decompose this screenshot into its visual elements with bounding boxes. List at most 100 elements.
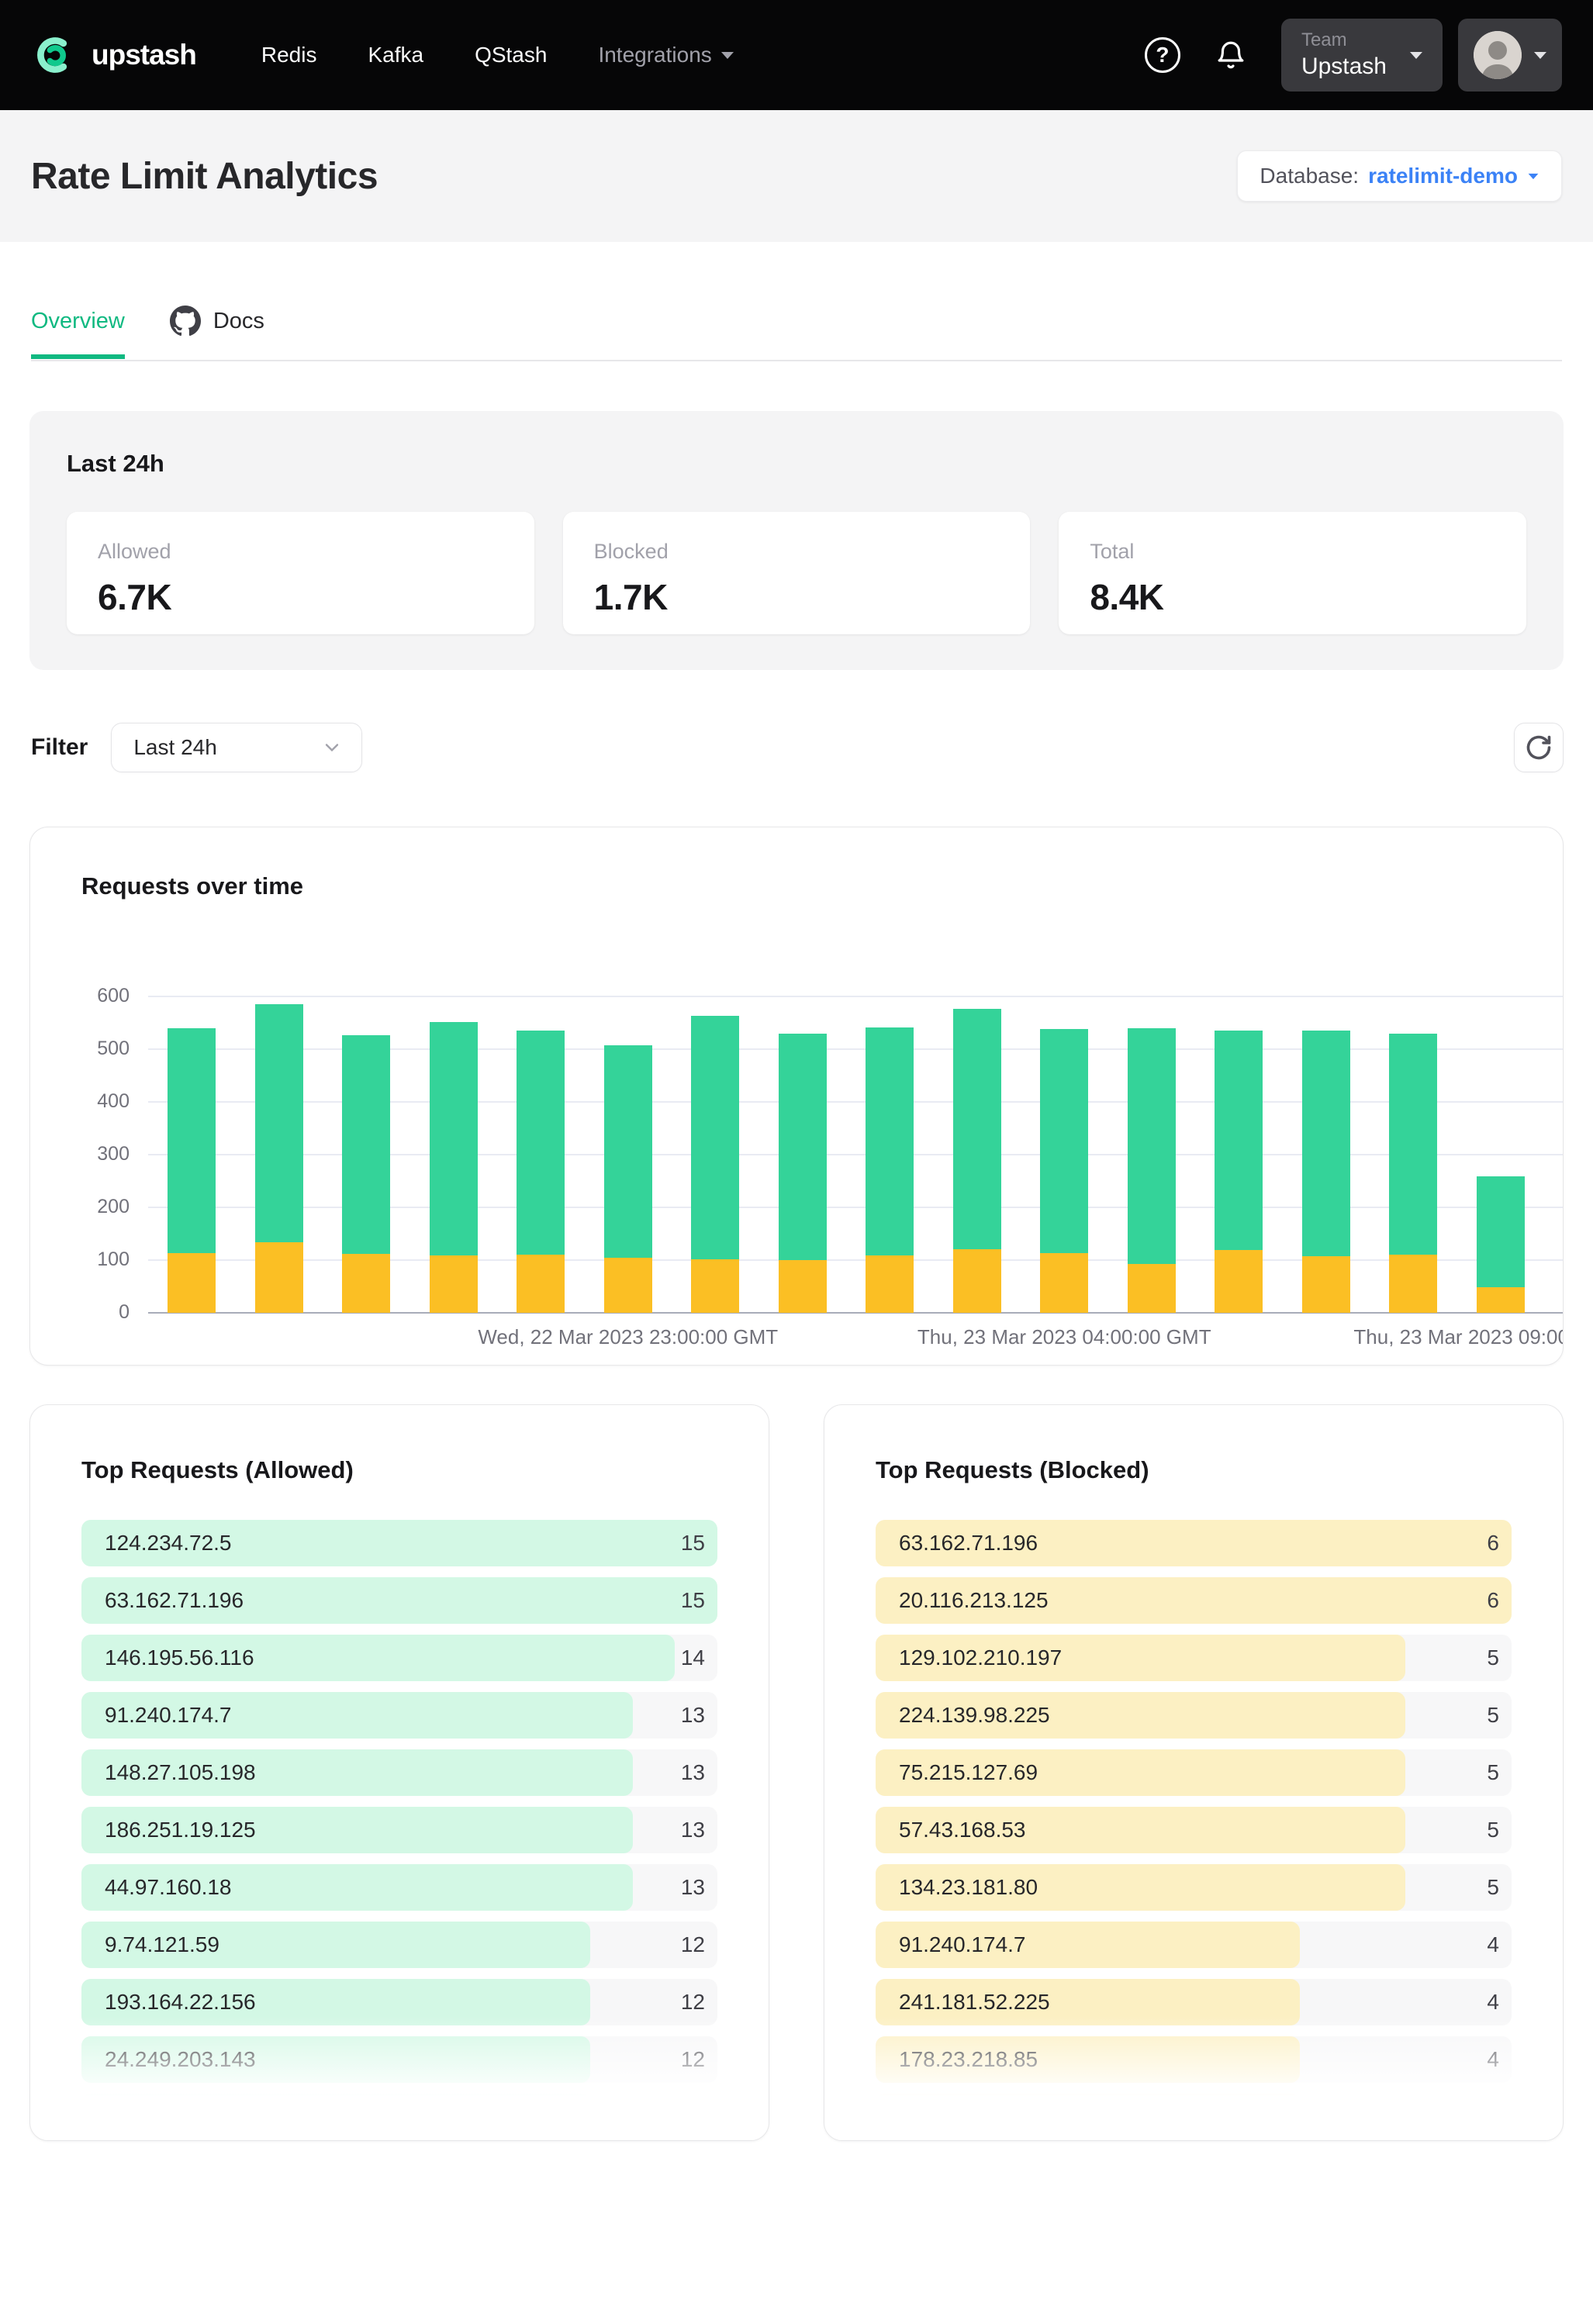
top-requests-allowed-card: Top Requests (Allowed) 124.234.72.51563.… bbox=[29, 1404, 769, 2141]
help-button[interactable]: ? bbox=[1145, 37, 1180, 73]
stats-title: Last 24h bbox=[67, 450, 1526, 478]
tab-overview[interactable]: Overview bbox=[31, 309, 125, 357]
table-row: 44.97.160.1813 bbox=[81, 1864, 717, 1911]
chart-bar-blocked bbox=[168, 1253, 216, 1313]
chart-bar-blocked bbox=[1389, 1255, 1437, 1313]
chart-bar-blocked bbox=[1302, 1256, 1350, 1313]
row-ip: 224.139.98.225 bbox=[899, 1703, 1050, 1728]
chart-bar-allowed bbox=[1302, 1031, 1350, 1256]
row-ip: 186.251.19.125 bbox=[105, 1818, 256, 1842]
row-ip: 63.162.71.196 bbox=[899, 1531, 1038, 1556]
chart-bar-allowed bbox=[604, 1045, 652, 1258]
table-row: 186.251.19.125 13 bbox=[81, 1807, 717, 1853]
time-range-select[interactable]: Last 24h bbox=[111, 723, 362, 772]
row-count: 15 bbox=[681, 1531, 705, 1556]
chart-bar-blocked bbox=[342, 1254, 390, 1313]
chart-bar-blocked bbox=[517, 1255, 565, 1313]
row-count: 15 bbox=[681, 1588, 705, 1613]
stat-label: Blocked bbox=[594, 540, 1000, 564]
chart-bar-allowed bbox=[691, 1016, 739, 1259]
chart-bar-blocked bbox=[691, 1259, 739, 1313]
chevron-down-icon bbox=[721, 52, 734, 59]
page-title: Rate Limit Analytics bbox=[31, 155, 378, 198]
stat-label: Total bbox=[1090, 540, 1495, 564]
table-row: 20.116.213.1256 bbox=[876, 1577, 1512, 1624]
upstash-logo-icon bbox=[31, 33, 76, 78]
chart-title: Requests over time bbox=[81, 872, 303, 900]
y-axis-tick: 300 bbox=[30, 1143, 130, 1165]
x-axis-tick: Thu, 23 Mar 2023 04:00:00 GMT bbox=[917, 1325, 1211, 1349]
tab-bar: Overview Docs bbox=[31, 306, 1562, 361]
notifications-button[interactable] bbox=[1215, 39, 1247, 71]
chevron-down-icon bbox=[321, 737, 343, 758]
table-row: 148.27.105.19813 bbox=[81, 1749, 717, 1796]
table-row: 57.43.168.535 bbox=[876, 1807, 1512, 1853]
filter-label: Filter bbox=[31, 734, 88, 761]
row-count: 12 bbox=[681, 1990, 705, 2015]
navbar: upstash Redis Kafka QStash Integrations … bbox=[0, 0, 1593, 110]
chart-bar-allowed bbox=[517, 1031, 565, 1255]
team-selector-texts: Team Upstash bbox=[1301, 29, 1387, 81]
chart-bar-allowed bbox=[255, 1004, 303, 1242]
table-row: 9.74.121.5912 bbox=[81, 1922, 717, 1968]
table-row: 241.181.52.2254 bbox=[876, 1979, 1512, 2025]
row-ip: 9.74.121.59 bbox=[105, 1932, 219, 1957]
row-ip: 100.47.204.6 bbox=[105, 2105, 232, 2129]
row-ip: 24.249.203.143 bbox=[105, 2047, 256, 2072]
y-axis-tick: 500 bbox=[30, 1038, 130, 1060]
table-row: 75.215.127.695 bbox=[876, 1749, 1512, 1796]
stat-label: Allowed bbox=[98, 540, 503, 564]
nav-link-kafka[interactable]: Kafka bbox=[368, 43, 423, 67]
nav-link-redis[interactable]: Redis bbox=[261, 43, 317, 67]
chart-bar-blocked bbox=[779, 1260, 827, 1313]
database-selector[interactable]: Database: ratelimit-demo bbox=[1237, 150, 1562, 202]
chart-bar-allowed bbox=[1389, 1034, 1437, 1255]
bell-icon bbox=[1215, 39, 1247, 71]
brand[interactable]: upstash bbox=[31, 33, 196, 78]
row-count: 4 bbox=[1487, 2105, 1499, 2129]
team-selector[interactable]: Team Upstash bbox=[1281, 19, 1443, 92]
database-name: ratelimit-demo bbox=[1368, 164, 1518, 188]
chart-bar-blocked bbox=[1215, 1250, 1263, 1313]
x-axis-tick: Thu, 23 Mar 2023 09:00:00 GMT bbox=[1353, 1325, 1564, 1349]
nav-link-qstash[interactable]: QStash bbox=[475, 43, 547, 67]
row-ip: 129.102.210.197 bbox=[899, 1645, 1062, 1670]
top-requests-section: Top Requests (Allowed) 124.234.72.51563.… bbox=[29, 1404, 1564, 2141]
row-ip: 148.27.105.198 bbox=[105, 1760, 256, 1785]
stat-card-total: Total 8.4K bbox=[1059, 512, 1526, 634]
row-ip: 20.116.213.125 bbox=[899, 1588, 1049, 1613]
x-axis-tick: Wed, 22 Mar 2023 23:00:00 GMT bbox=[478, 1325, 778, 1349]
row-count: 12 bbox=[681, 2105, 705, 2129]
stats-panel: Last 24h Allowed 6.7K Blocked 1.7K Total… bbox=[29, 411, 1564, 670]
y-axis-tick: 600 bbox=[30, 985, 130, 1007]
row-ip: 19.47.152.207 bbox=[899, 2105, 1038, 2129]
stat-card-allowed: Allowed 6.7K bbox=[67, 512, 534, 634]
nav-links: Redis Kafka QStash Integrations bbox=[261, 43, 734, 67]
row-count: 12 bbox=[681, 2047, 705, 2072]
chart-bar-allowed bbox=[866, 1027, 914, 1255]
brand-name: upstash bbox=[92, 39, 196, 71]
row-count: 13 bbox=[681, 1818, 705, 1842]
row-count: 5 bbox=[1487, 1875, 1499, 1900]
chart-bar-blocked bbox=[1040, 1253, 1088, 1313]
stat-value: 1.7K bbox=[594, 576, 1000, 618]
tab-divider bbox=[31, 360, 1562, 361]
chevron-down-icon bbox=[1529, 173, 1539, 178]
row-ip: 178.23.218.85 bbox=[899, 2047, 1038, 2072]
gridline bbox=[148, 996, 1563, 997]
stat-value: 8.4K bbox=[1090, 576, 1495, 618]
y-axis-tick: 400 bbox=[30, 1090, 130, 1113]
row-ip: 146.195.56.116 bbox=[105, 1645, 254, 1670]
stat-value: 6.7K bbox=[98, 576, 503, 618]
account-menu[interactable] bbox=[1458, 19, 1562, 92]
integrations-label: Integrations bbox=[598, 43, 711, 67]
table-row: 178.23.218.854 bbox=[876, 2036, 1512, 2083]
blocked-list: 63.162.71.196620.116.213.1256129.102.210… bbox=[876, 1520, 1512, 2140]
row-ip: 44.97.160.18 bbox=[105, 1875, 232, 1900]
nav-link-integrations[interactable]: Integrations bbox=[598, 43, 733, 67]
allowed-list: 124.234.72.51563.162.71.19615146.195.56.… bbox=[81, 1520, 717, 2140]
chart-bar-allowed bbox=[342, 1035, 390, 1254]
refresh-button[interactable] bbox=[1514, 723, 1564, 772]
tab-docs[interactable]: Docs bbox=[170, 306, 264, 360]
row-ip: 57.43.168.53 bbox=[899, 1818, 1026, 1842]
